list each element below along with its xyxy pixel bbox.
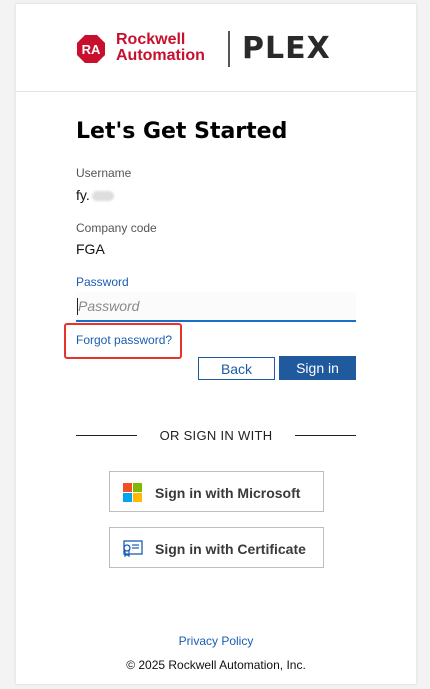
password-input[interactable] [76, 292, 356, 322]
certificate-button-label: Sign in with Certificate [155, 541, 306, 557]
sign-in-certificate-button[interactable]: Sign in with Certificate [109, 527, 324, 568]
rockwell-automation-logo-icon: RA [77, 35, 105, 63]
copyright-text: © 2025 Rockwell Automation, Inc. [126, 658, 306, 672]
back-button[interactable]: Back [198, 357, 275, 380]
username-text: fy. [76, 187, 90, 203]
product-logo: PLEX [242, 31, 331, 66]
divider-line-left [76, 435, 137, 436]
brand-header: RA Rockwell Automation PLEX [16, 4, 416, 92]
microsoft-logo-icon [123, 483, 142, 502]
microsoft-button-label: Sign in with Microsoft [155, 485, 301, 501]
brand-name: Rockwell Automation [116, 32, 205, 64]
sign-in-microsoft-button[interactable]: Sign in with Microsoft [109, 471, 324, 512]
forgot-password-link[interactable]: Forgot password? [76, 333, 172, 347]
privacy-policy-link[interactable]: Privacy Policy [16, 634, 416, 648]
page-title: Let's Get Started [76, 119, 288, 144]
text-caret [77, 298, 78, 315]
company-code-value: FGA [76, 241, 105, 257]
ra-badge-text: RA [82, 42, 101, 57]
brand-line-1: Rockwell [116, 31, 186, 48]
certificate-icon [123, 540, 143, 558]
username-value: fy. [76, 187, 114, 203]
divider-line-right [295, 435, 356, 436]
login-card: RA Rockwell Automation PLEX Let's Get St… [16, 4, 416, 684]
company-code-label: Company code [76, 221, 157, 235]
redacted-username [91, 191, 114, 202]
sign-in-button[interactable]: Sign in [279, 356, 356, 380]
username-label: Username [76, 166, 132, 180]
password-label: Password [76, 275, 129, 289]
alt-signin-divider-text: OR SIGN IN WITH [159, 428, 273, 443]
brand-line-2: Automation [116, 47, 205, 64]
brand-divider [228, 31, 230, 67]
